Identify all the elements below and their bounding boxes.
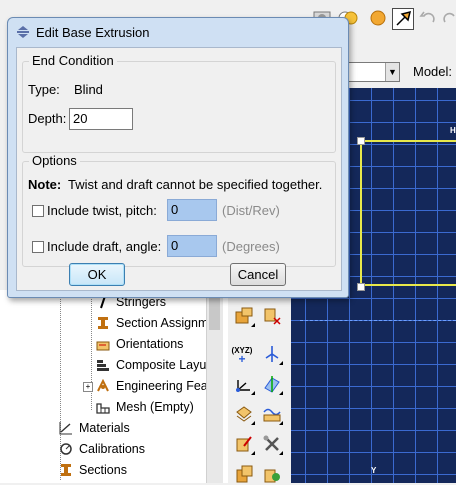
end-condition-group: End Condition Type: Blind Depth: 20	[22, 53, 336, 153]
tree-item-orientations[interactable]: Orientations	[95, 335, 183, 353]
sections-icon	[58, 462, 74, 478]
orientation-icon	[95, 336, 111, 352]
tree-item-mesh[interactable]: Mesh (Empty)	[95, 398, 194, 416]
module-select[interactable]: ▼	[345, 62, 400, 82]
construction-line	[300, 320, 456, 321]
group-title: Options	[29, 153, 80, 168]
engineering-feature-icon	[95, 378, 111, 394]
datum-plane-icon[interactable]	[261, 373, 283, 395]
undo-icon[interactable]	[418, 8, 438, 28]
model-bar: ▼ Model:	[345, 60, 456, 84]
dialog-titlebar[interactable]: Edit Base Extrusion	[16, 23, 149, 41]
query-tool-icon[interactable]	[392, 8, 414, 30]
draft-unit: (Degrees)	[222, 239, 280, 254]
shell-tool-icon[interactable]	[233, 403, 255, 425]
part-copy-icon[interactable]	[233, 463, 255, 485]
axis-label-y: Y	[371, 466, 377, 475]
tree-item-sections[interactable]: Sections	[58, 461, 127, 479]
mesh-icon	[95, 399, 111, 415]
tree-item-materials[interactable]: Materials	[58, 419, 130, 437]
sketch-vertex-handle	[357, 283, 365, 291]
tree-item-composite-layups[interactable]: Composite Layu	[95, 356, 206, 374]
feature-edit-icon[interactable]	[233, 433, 255, 455]
depth-label: Depth:	[28, 111, 67, 126]
chevron-down-icon[interactable]: ▼	[385, 63, 399, 81]
repair-tools-icon[interactable]	[261, 433, 283, 455]
sketch-profile	[360, 140, 456, 286]
include-draft-checkbox[interactable]	[32, 241, 44, 253]
extrude-icon	[16, 25, 30, 39]
include-twist-label[interactable]: Include twist, pitch:	[47, 203, 157, 218]
tree-scrollbar[interactable]	[206, 290, 223, 483]
type-value: Blind	[74, 82, 103, 97]
dialog-title: Edit Base Extrusion	[36, 24, 150, 40]
sphere-icon[interactable]	[368, 8, 388, 28]
edit-base-extrusion-dialog: Edit Base Extrusion End Condition Type: …	[7, 17, 349, 298]
note-text: Twist and draft cannot be specified toge…	[68, 177, 323, 192]
tool-palette: (XYZ) +	[228, 295, 291, 483]
datum-axis-icon[interactable]	[261, 343, 283, 365]
model-tree: Stringers Section Assignm Orientations C…	[0, 290, 228, 483]
tree-item-calibrations[interactable]: Calibrations	[58, 440, 145, 458]
depth-input[interactable]: 20	[69, 108, 133, 130]
expand-toggle[interactable]: +	[83, 382, 93, 392]
ok-button[interactable]: OK	[69, 263, 125, 286]
tree-item-section-assignments[interactable]: Section Assignm	[95, 314, 208, 332]
model-label: Model:	[413, 64, 453, 79]
options-group: Options Note: Twist and draft cannot be …	[22, 153, 336, 267]
tree-item-engineering-features[interactable]: Engineering Fea	[95, 377, 208, 395]
composite-layup-icon	[95, 357, 111, 373]
cancel-button[interactable]: Cancel	[230, 263, 286, 286]
dialog-body: End Condition Type: Blind Depth: 20 Opti…	[16, 47, 342, 291]
group-title: End Condition	[29, 53, 117, 68]
redo-icon[interactable]	[440, 8, 456, 28]
partition-cut-icon[interactable]	[261, 305, 283, 327]
partition-face-icon[interactable]	[233, 305, 255, 327]
section-assignment-icon	[95, 315, 111, 331]
note-label: Note:	[28, 177, 62, 192]
datum-csys-icon[interactable]	[233, 373, 255, 395]
materials-icon	[58, 420, 74, 436]
sketch-vertex-handle	[357, 137, 365, 145]
include-twist-checkbox[interactable]	[32, 205, 44, 217]
draft-angle-input[interactable]: 0	[167, 235, 217, 257]
part-instance-icon[interactable]	[261, 463, 283, 485]
sweep-tool-icon[interactable]	[261, 403, 283, 425]
type-label: Type:	[28, 82, 60, 97]
calibration-icon	[58, 441, 74, 457]
scrollbar-thumb[interactable]	[209, 294, 220, 330]
twist-pitch-input[interactable]: 0	[167, 199, 217, 221]
twist-unit: (Dist/Rev)	[222, 203, 280, 218]
include-draft-label[interactable]: Include draft, angle:	[47, 239, 161, 254]
datum-point-icon[interactable]: (XYZ) +	[231, 343, 253, 365]
axis-label-h: H	[450, 126, 456, 135]
